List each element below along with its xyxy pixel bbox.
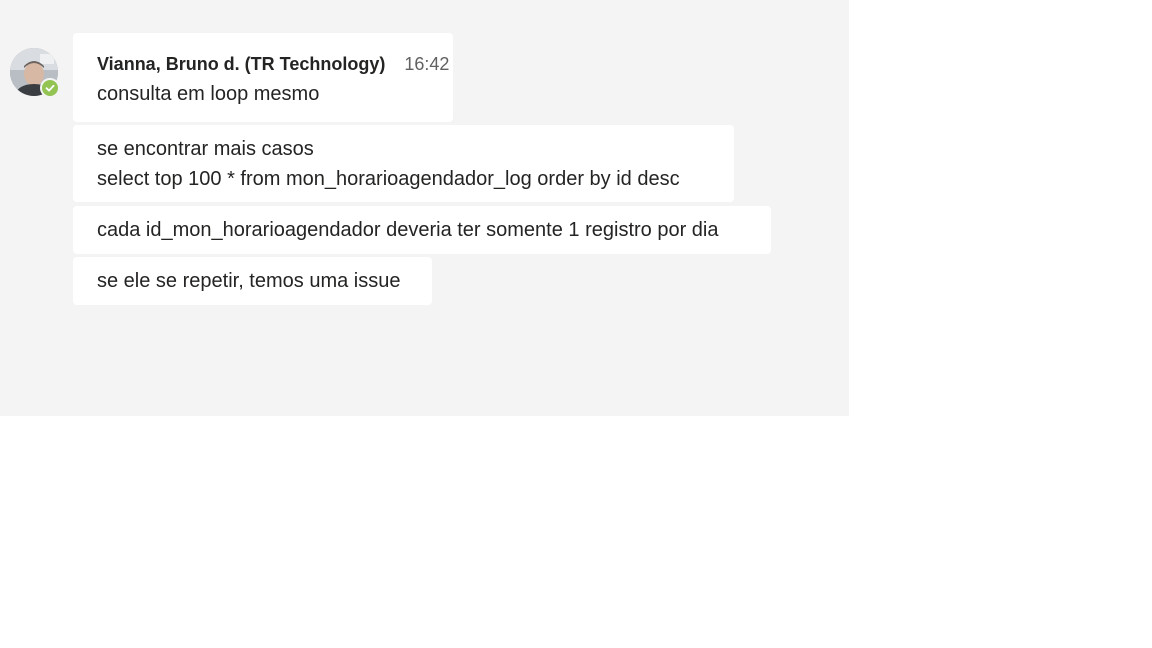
message-bubble[interactable]: Vianna, Bruno d. (TR Technology) 16:42 c… [73, 33, 453, 122]
message-bubble[interactable]: cada id_mon_horarioagendador deveria ter… [73, 206, 771, 254]
message-text: consulta em loop mesmo [97, 83, 320, 105]
message-text: se encontrar mais casos [97, 138, 314, 160]
message-bubble[interactable]: se encontrar mais casos select top 100 *… [73, 125, 734, 202]
message-header: Vianna, Bruno d. (TR Technology) 16:42 [97, 49, 449, 79]
presence-available-icon [40, 78, 60, 98]
message-bubble[interactable]: se ele se repetir, temos uma issue [73, 257, 432, 305]
message-text: select top 100 * from mon_horarioagendad… [97, 168, 680, 190]
message-text: se ele se repetir, temos uma issue [97, 270, 401, 292]
message-text: cada id_mon_horarioagendador deveria ter… [97, 219, 719, 241]
message-timestamp: 16:42 [404, 54, 450, 74]
sender-name[interactable]: Vianna, Bruno d. (TR Technology) [97, 49, 385, 79]
chat-panel: Vianna, Bruno d. (TR Technology) 16:42 c… [0, 0, 849, 416]
